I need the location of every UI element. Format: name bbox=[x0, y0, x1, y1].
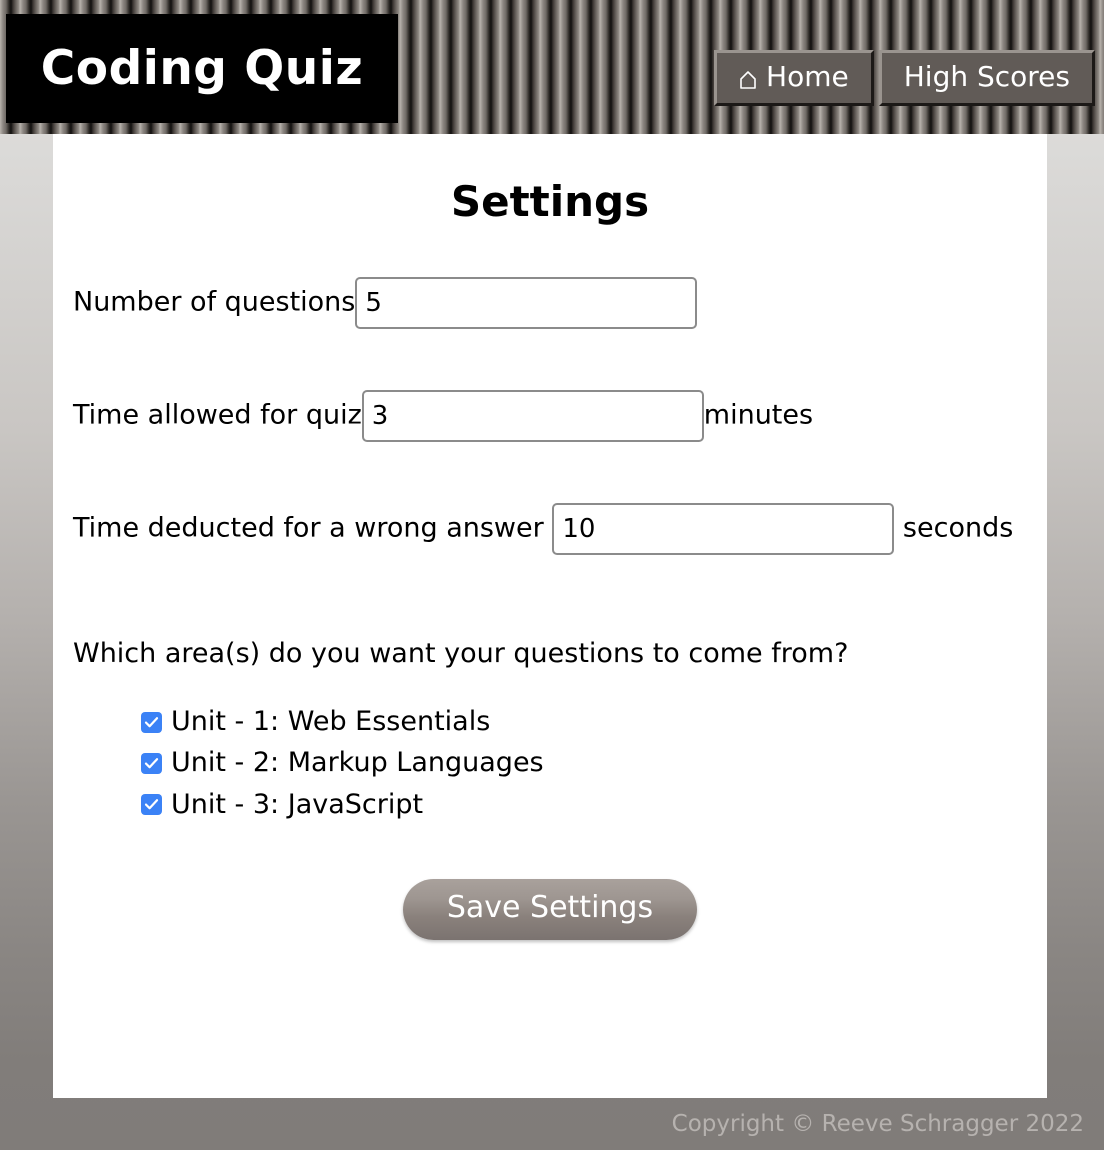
page-title: Settings bbox=[450, 177, 650, 226]
time-allowed-input[interactable] bbox=[361, 390, 704, 443]
site-header: Coding Quiz Home High Scores bbox=[0, 0, 1104, 134]
field-number-of-questions: Number of questions bbox=[73, 277, 1027, 330]
option-unit-2[interactable]: Unit - 2: Markup Languages bbox=[141, 747, 1027, 779]
site-footer: Copyright © Reeve Schragger 2022 bbox=[0, 1098, 1104, 1150]
option-unit-2-label: Unit - 2: Markup Languages bbox=[171, 747, 544, 779]
time-deducted-suffix: seconds bbox=[902, 512, 1014, 544]
nav-item-high-scores[interactable]: High Scores bbox=[878, 50, 1095, 106]
option-unit-1-label: Unit - 1: Web Essentials bbox=[171, 705, 491, 737]
checkbox-checked-icon[interactable] bbox=[141, 753, 162, 775]
main-navigation: Home High Scores bbox=[714, 50, 1095, 106]
nav-item-high-scores-label: High Scores bbox=[903, 60, 1070, 93]
field-time-deducted-label: Time deducted for a wrong answer bbox=[73, 512, 544, 544]
settings-card: Settings Number of questions Time allowe… bbox=[53, 134, 1047, 1098]
question-areas-options: Unit - 1: Web Essentials Unit - 2: Marku… bbox=[141, 706, 1027, 821]
question-areas-prompt: Which area(s) do you want your questions… bbox=[73, 638, 849, 670]
home-icon bbox=[739, 67, 757, 89]
time-deducted-input[interactable] bbox=[552, 503, 895, 556]
time-allowed-suffix: minutes bbox=[703, 399, 814, 431]
field-time-allowed-label: Time allowed for quiz bbox=[73, 399, 362, 431]
brand-title: Coding Quiz bbox=[40, 41, 364, 96]
nav-item-home[interactable]: Home bbox=[714, 50, 874, 106]
checkbox-checked-icon[interactable] bbox=[141, 794, 162, 816]
number-of-questions-input[interactable] bbox=[355, 277, 698, 330]
option-unit-3[interactable]: Unit - 3: JavaScript bbox=[141, 789, 1027, 821]
copyright-text: Copyright © Reeve Schragger 2022 bbox=[671, 1110, 1084, 1137]
checkbox-checked-icon[interactable] bbox=[141, 711, 162, 733]
save-row: Save Settings bbox=[73, 879, 1027, 941]
field-time-deducted: Time deducted for a wrong answer seconds bbox=[73, 503, 1027, 556]
save-settings-button[interactable]: Save Settings bbox=[402, 879, 698, 941]
field-time-allowed: Time allowed for quiz minutes bbox=[73, 390, 1027, 443]
nav-item-home-label: Home bbox=[766, 60, 849, 93]
option-unit-1[interactable]: Unit - 1: Web Essentials bbox=[141, 706, 1027, 738]
field-number-of-questions-label: Number of questions bbox=[73, 286, 356, 318]
brand-block: Coding Quiz bbox=[6, 14, 398, 123]
option-unit-3-label: Unit - 3: JavaScript bbox=[171, 788, 424, 820]
